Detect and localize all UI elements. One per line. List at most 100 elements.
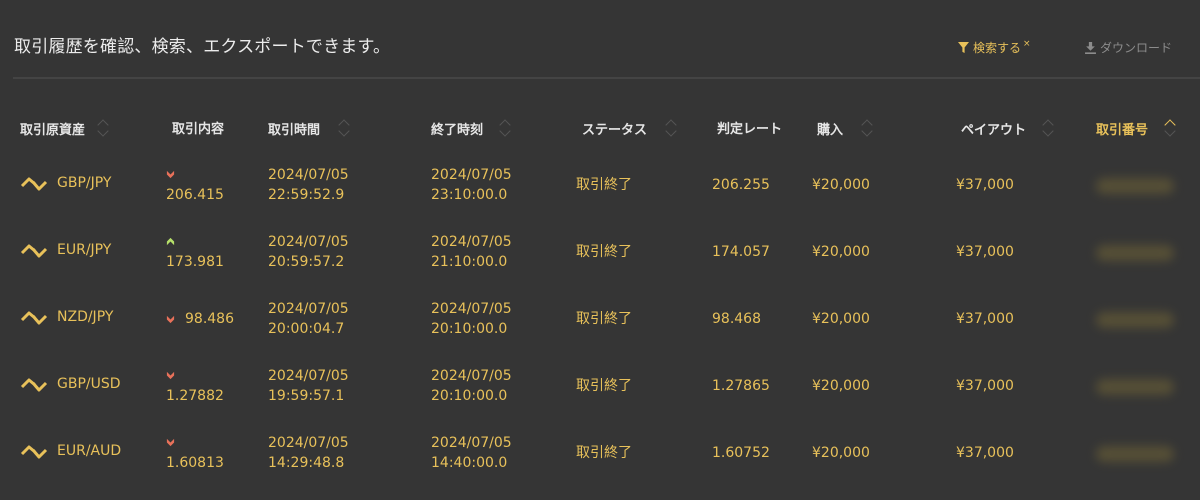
asset-cell: NZD/JPY (20, 307, 113, 328)
asset-cell: EUR/JPY (20, 240, 111, 261)
up-arrow-icon (166, 237, 175, 246)
divider (13, 77, 1200, 79)
down-arrow-icon (166, 170, 175, 179)
payout-amount: ¥37,000 (956, 378, 1014, 394)
sort-icon[interactable] (1164, 118, 1176, 138)
asset-cell: GBP/JPY (20, 173, 111, 194)
column-header-payout[interactable]: ペイアウト (961, 118, 1054, 138)
status-text: 取引終了 (576, 378, 632, 394)
trade-date: 2024/07/05 (268, 301, 349, 317)
sort-icon[interactable] (338, 118, 350, 138)
asset-name: GBP/USD (57, 376, 121, 392)
end-time: 14:40:00.0 (431, 455, 508, 471)
end-date: 2024/07/05 (431, 368, 512, 384)
download-button-label: ダウンロード (1100, 41, 1173, 55)
table-header: 取引原資産 取引内容 取引時間 終了時刻 ステータス 判定レート 購入 ペイアウ… (0, 118, 1200, 144)
column-header-label: 取引原資産 (20, 122, 86, 138)
status-text: 取引終了 (576, 177, 632, 193)
asset-name: EUR/JPY (57, 242, 112, 258)
end-time: 21:10:00.0 (431, 254, 508, 270)
trade-number-redacted (1096, 379, 1174, 395)
asset-name: NZD/JPY (57, 309, 114, 325)
download-button[interactable]: ダウンロード (1085, 39, 1172, 56)
end-time: 20:10:00.0 (431, 321, 508, 337)
filter-icon (958, 42, 969, 53)
sort-icon[interactable] (499, 118, 511, 138)
table-row[interactable]: GBP/USD 1.27882 2024/07/05 19:59:57.1 20… (0, 366, 1200, 433)
trade-price: 173.981 (166, 254, 224, 270)
search-button[interactable]: 検索する × (958, 39, 1031, 56)
trade-price: 1.27882 (166, 388, 224, 404)
status-text: 取引終了 (576, 244, 632, 260)
trade-date: 2024/07/05 (268, 167, 349, 183)
column-header-purchase[interactable]: 購入 (817, 118, 873, 138)
status-text: 取引終了 (576, 445, 632, 461)
trade-number-redacted (1096, 178, 1174, 194)
column-header-trade-number[interactable]: 取引番号 (1096, 118, 1176, 138)
column-header-label: ペイアウト (961, 122, 1027, 138)
toolbar: 取引履歴を確認、検索、エクスポートできます。 検索する × ダウンロード (0, 0, 1200, 80)
judgement-rate: 98.468 (712, 311, 761, 327)
asset-name: EUR/AUD (57, 443, 122, 459)
trade-time: 19:59:57.1 (268, 388, 345, 404)
judgement-rate: 1.60752 (712, 445, 770, 461)
column-header-time[interactable]: 取引時間 (268, 118, 350, 138)
end-time: 20:10:00.0 (431, 388, 508, 404)
trade-date: 2024/07/05 (268, 435, 349, 451)
column-header-label: 取引内容 (172, 122, 225, 137)
purchase-amount: ¥20,000 (812, 244, 870, 260)
trade-date: 2024/07/05 (268, 234, 349, 250)
down-arrow-icon (166, 315, 175, 324)
column-header-content: 取引内容 (172, 118, 224, 137)
trade-direction: 98.486 (166, 309, 234, 330)
trade-time: 20:00:04.7 (268, 321, 345, 337)
table-row[interactable]: NZD/JPY 98.486 2024/07/05 20:00:04.7 202… (0, 299, 1200, 366)
down-arrow-icon (166, 438, 175, 447)
trade-price: 1.60813 (166, 455, 224, 471)
column-header-label: 購入 (817, 122, 844, 138)
purchase-amount: ¥20,000 (812, 445, 870, 461)
trade-time: 14:29:48.8 (268, 455, 345, 471)
table-row[interactable]: EUR/JPY 173.981 2024/07/05 20:59:57.2 20… (0, 232, 1200, 299)
payout-amount: ¥37,000 (956, 177, 1014, 193)
currency-pair-icon (20, 445, 48, 458)
purchase-amount: ¥20,000 (812, 177, 870, 193)
column-header-label: 判定レート (717, 122, 783, 137)
currency-pair-icon (20, 311, 48, 324)
trade-direction (166, 165, 175, 186)
purchase-amount: ¥20,000 (812, 311, 870, 327)
table-row[interactable]: EUR/AUD 1.60813 2024/07/05 14:29:48.8 20… (0, 433, 1200, 500)
sort-icon[interactable] (665, 118, 677, 138)
currency-pair-icon (20, 378, 48, 391)
table-row[interactable]: GBP/JPY 206.415 2024/07/05 22:59:52.9 20… (0, 165, 1200, 232)
currency-pair-icon (20, 244, 48, 257)
search-button-label: 検索する (973, 41, 1022, 55)
column-header-rate: 判定レート (717, 118, 782, 137)
asset-cell: EUR/AUD (20, 441, 121, 462)
payout-amount: ¥37,000 (956, 445, 1014, 461)
trade-direction (166, 366, 175, 387)
end-date: 2024/07/05 (431, 234, 512, 250)
asset-name: GBP/JPY (57, 175, 112, 191)
column-header-end-time[interactable]: 終了時刻 (431, 118, 511, 138)
payout-amount: ¥37,000 (956, 244, 1014, 260)
trade-time: 20:59:57.2 (268, 254, 345, 270)
end-date: 2024/07/05 (431, 301, 512, 317)
purchase-amount: ¥20,000 (812, 378, 870, 394)
column-header-asset[interactable]: 取引原資産 (20, 118, 109, 138)
trade-price: 98.486 (185, 311, 234, 327)
trade-number-redacted (1096, 312, 1174, 328)
trade-number-redacted (1096, 446, 1174, 462)
column-header-label: 終了時刻 (431, 122, 484, 138)
end-date: 2024/07/05 (431, 435, 512, 451)
end-date: 2024/07/05 (431, 167, 512, 183)
column-header-status[interactable]: ステータス (582, 118, 677, 138)
sort-icon[interactable] (861, 118, 873, 138)
sort-icon[interactable] (97, 118, 109, 138)
end-time: 23:10:00.0 (431, 187, 508, 203)
status-text: 取引終了 (576, 311, 632, 327)
trade-number-redacted (1096, 245, 1174, 261)
sort-icon[interactable] (1042, 118, 1054, 138)
clear-search-icon[interactable]: × (1023, 39, 1031, 49)
asset-cell: GBP/USD (20, 374, 121, 395)
